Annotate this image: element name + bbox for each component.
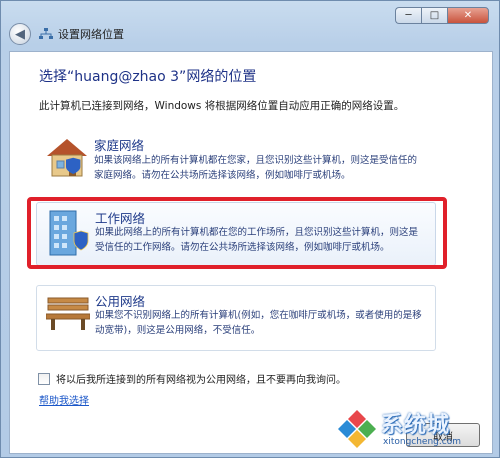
home-network-option[interactable]: 家庭网络 如果该网络上的所有计算机都在您家，且您识别这些计算机，则这是受信任的家… [36,134,436,194]
intro-text: 此计算机已连接到网络，Windows 将根据网络位置自动应用正确的网络设置。 [39,100,405,112]
public-network-option[interactable]: 公用网络 如果您不识别网络上的所有计算机(例如，您在咖啡厅或机场，或者使用的是移… [36,285,436,351]
window-title: 设置网络位置 [58,28,124,41]
watermark: 系统城 xitongcheng.com [335,407,493,453]
back-arrow-icon: ◀ [15,26,25,42]
public-default-checkbox[interactable] [38,372,50,385]
navigation-bar: ◀ 设置网络位置 [9,23,124,45]
public-default-checkbox-row[interactable]: 将以后我所连接到的所有网络视为公用网络，且不要再向我询问。 [38,371,346,386]
house-icon [47,139,87,177]
maximize-button[interactable]: □ [421,7,447,24]
public-network-description: 如果您不识别网络上的所有计算机(例如，您在咖啡厅或机场，或者使用的是移动宽带)，… [95,310,422,336]
help-link[interactable]: 帮助我选择 [39,392,89,407]
window-controls: ─ □ ✕ [395,7,489,24]
page-heading: 选择“huang@zhao 3”网络的位置 [39,69,257,85]
dialog-window: ─ □ ✕ ◀ 设置网络位置 选择“huang@zhao 3”网络的位置 此计算… [0,0,500,458]
content-panel: 选择“huang@zhao 3”网络的位置 此计算机已连接到网络，Windows… [9,51,493,454]
back-button[interactable]: ◀ [9,23,31,45]
home-network-description: 如果该网络上的所有计算机都在您家，且您识别这些计算机，则这是受信任的家庭网络。请… [94,155,418,181]
windows-logo-icon [338,410,376,448]
close-button[interactable]: ✕ [447,7,489,24]
minimize-button[interactable]: ─ [395,7,421,24]
checkbox-label: 将以后我所连接到的所有网络视为公用网络，且不要再向我询问。 [56,375,346,386]
network-icon [39,28,53,39]
watermark-brand: 系统城 [381,413,451,438]
park-bench-icon [46,297,90,330]
selection-highlight [27,197,447,269]
home-network-title: 家庭网络 [94,138,145,153]
watermark-url: xitongcheng.com [383,437,461,447]
